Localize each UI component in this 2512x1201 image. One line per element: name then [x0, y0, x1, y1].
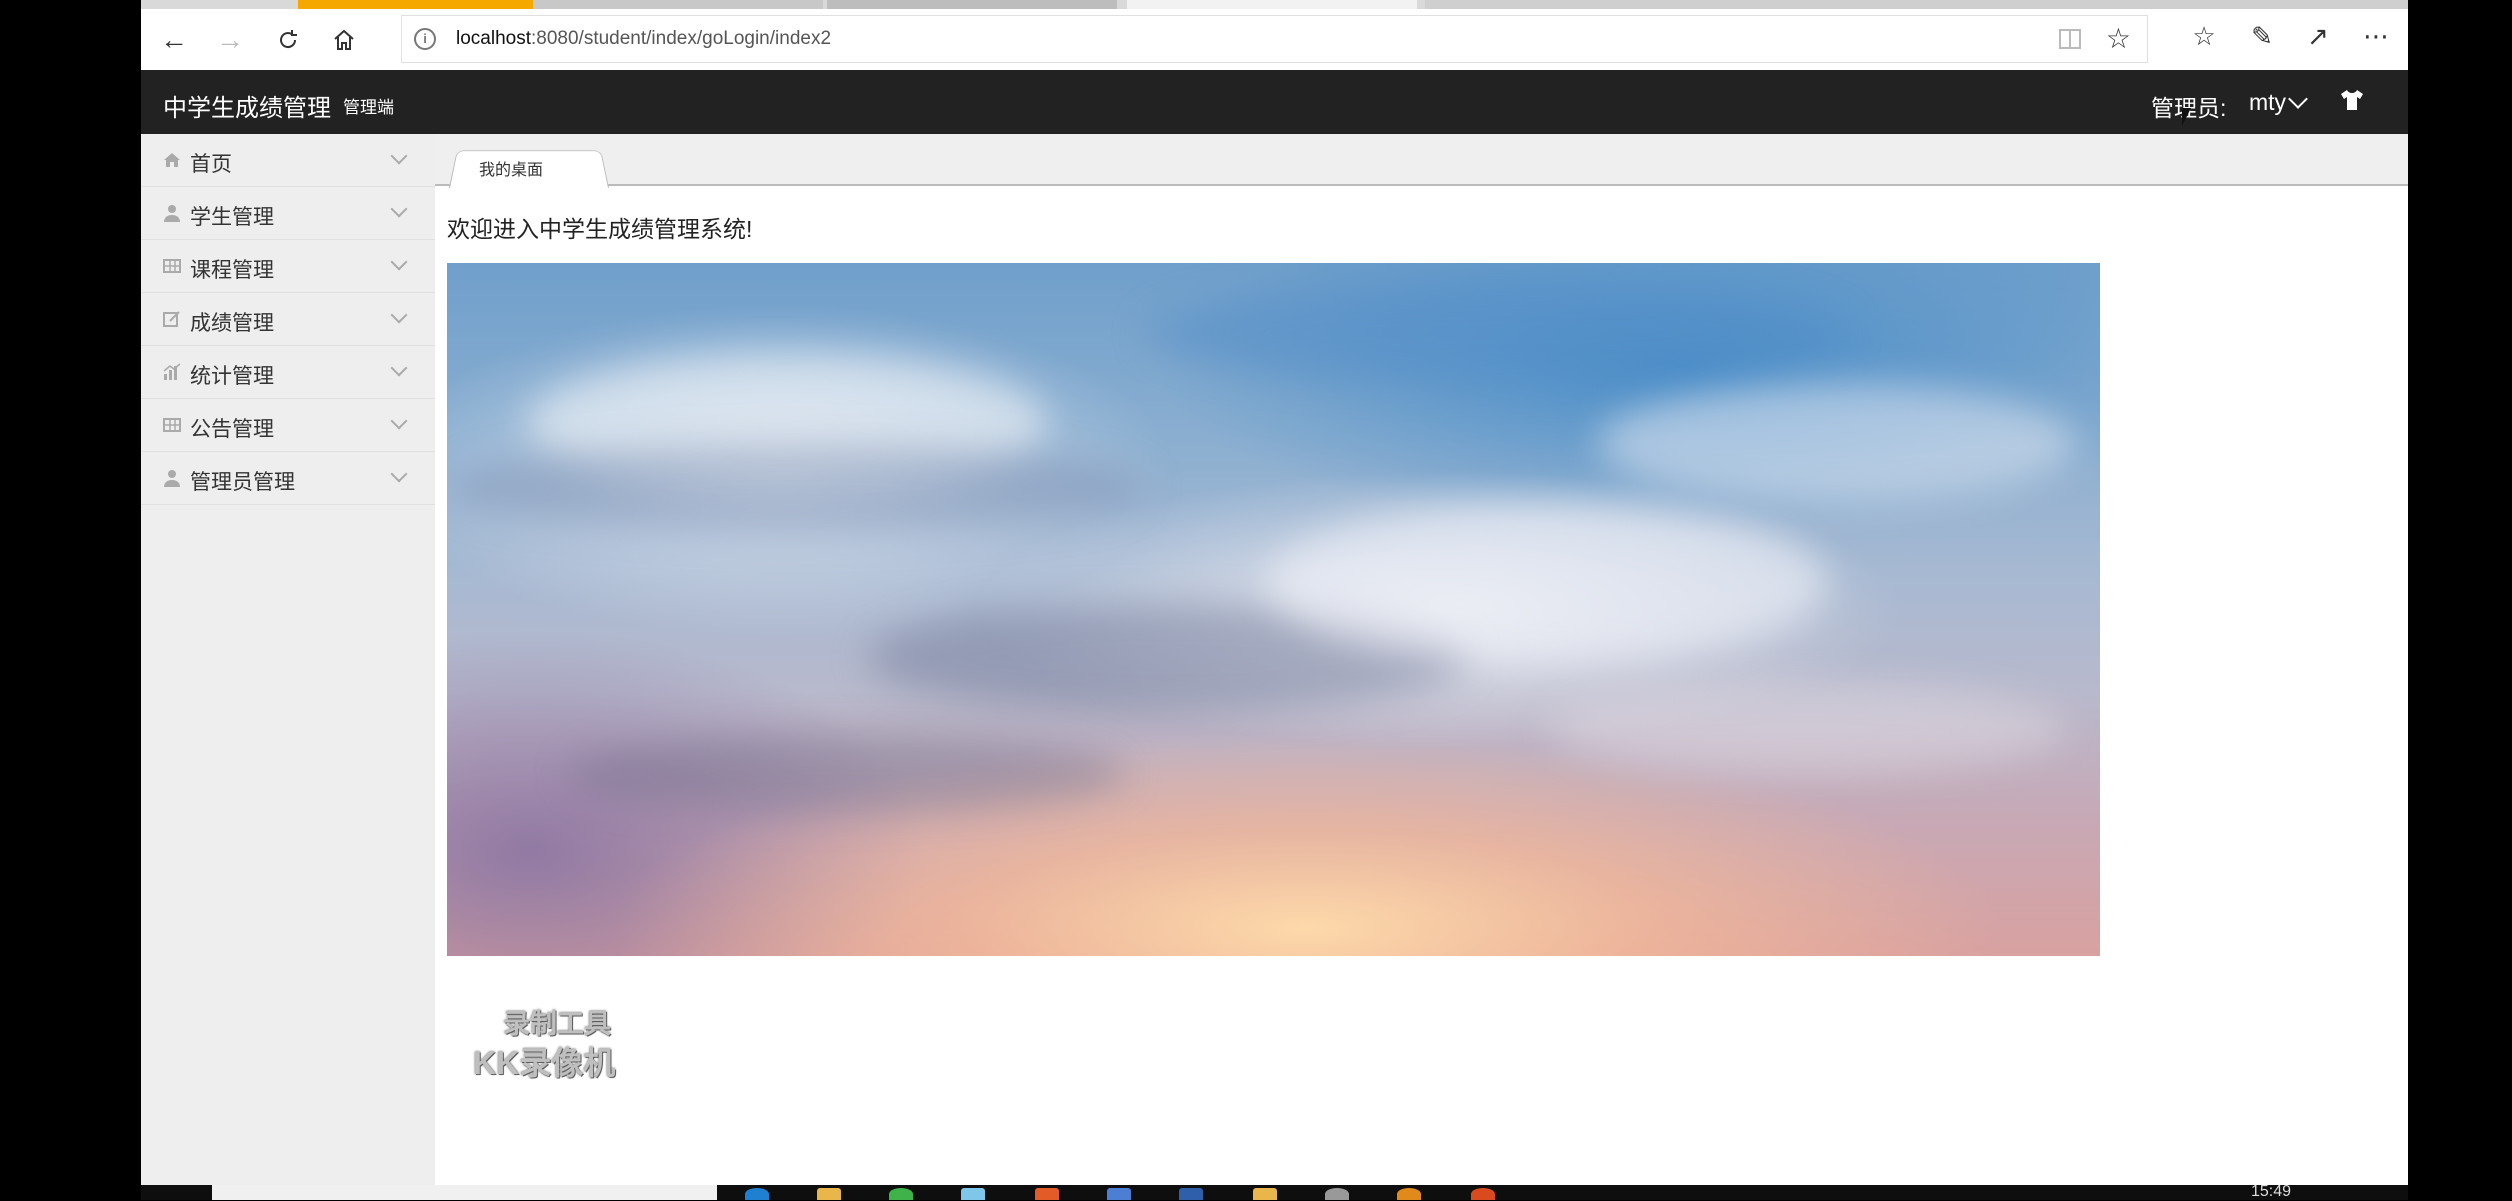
welcome-message: 欢迎进入中学生成绩管理系统! — [447, 216, 753, 242]
favorites-list-icon[interactable]: ☆ — [2185, 21, 2223, 59]
browser-tab[interactable] — [1127, 0, 1417, 9]
watermark-line2: KK录像机 — [473, 1045, 616, 1081]
sidebar-item-label: 首页 — [190, 153, 232, 176]
url-text[interactable]: localhost:8080/student/index/goLogin/ind… — [456, 28, 831, 50]
theme-shirt-icon[interactable] — [2340, 87, 2364, 118]
browser-toolbar: ← → i localhost:8080/student/index/goLog… — [141, 9, 2408, 70]
chart-icon — [163, 363, 181, 381]
sky-banner-image — [447, 263, 2100, 956]
user-menu[interactable]: mty — [2249, 89, 2286, 116]
share-icon[interactable]: ↗ — [2299, 21, 2337, 59]
taskbar-search[interactable] — [212, 1185, 717, 1200]
sidebar-item-grades[interactable]: 成绩管理 — [141, 293, 435, 346]
home-icon — [163, 151, 181, 169]
chevron-down-icon — [390, 200, 408, 218]
chevron-down-icon — [390, 147, 408, 165]
chevron-down-icon — [390, 465, 408, 483]
favorite-star-icon[interactable]: ☆ — [2106, 22, 2131, 55]
tab-label[interactable]: 我的桌面 — [479, 156, 543, 180]
app-icon[interactable] — [1107, 1188, 1131, 1200]
user-icon — [163, 204, 181, 222]
app-icon[interactable] — [1397, 1188, 1421, 1200]
app-icon[interactable] — [1471, 1188, 1495, 1200]
grid-icon — [163, 416, 181, 434]
chevron-down-icon — [390, 306, 408, 324]
sidebar-item-statistics[interactable]: 统计管理 — [141, 346, 435, 399]
sidebar-item-announcements[interactable]: 公告管理 — [141, 399, 435, 452]
url-host: localhost — [456, 28, 531, 49]
browser-tab[interactable] — [1425, 0, 2408, 9]
chevron-down-icon — [390, 412, 408, 430]
browser-tab[interactable] — [827, 0, 1117, 9]
app-icon[interactable] — [1179, 1188, 1203, 1200]
edit-icon — [163, 310, 181, 328]
sidebar-item-courses[interactable]: 课程管理 — [141, 240, 435, 293]
taskbar-clock[interactable]: 15:49 — [2251, 1183, 2291, 1201]
app-subtitle: 管理端 — [343, 98, 394, 117]
chevron-down-icon — [390, 359, 408, 377]
user-icon — [163, 469, 181, 487]
chevron-down-icon — [390, 253, 408, 271]
sidebar-item-admins[interactable]: 管理员管理 — [141, 452, 435, 505]
sidebar-item-label: 统计管理 — [190, 365, 274, 388]
forward-icon[interactable]: → — [211, 21, 249, 59]
sidebar-item-home[interactable]: 首页 — [141, 134, 435, 187]
browser-tab[interactable] — [533, 0, 823, 9]
screen: ← → i localhost:8080/student/index/goLog… — [0, 0, 2512, 1200]
browser-window: ← → i localhost:8080/student/index/goLog… — [141, 0, 2408, 1185]
app-header: 中学生成绩管理 管理端 管理员: mty — [141, 70, 2408, 134]
sidebar: 首页 学生管理 课程管理 成绩管理 统计管理 公告管理 管理员管理 — [141, 134, 435, 1185]
app-icon[interactable] — [1253, 1188, 1277, 1200]
app-icon[interactable] — [961, 1188, 985, 1200]
sidebar-item-label: 成绩管理 — [190, 312, 274, 335]
app-icon[interactable] — [1325, 1188, 1349, 1200]
app-title[interactable]: 中学生成绩管理 — [163, 88, 331, 123]
app-icon[interactable] — [1035, 1188, 1059, 1200]
taskbar: 15:49 — [141, 1183, 2408, 1201]
browser-tab-active[interactable] — [298, 0, 533, 9]
pen-icon[interactable]: ✎ — [2243, 21, 2281, 59]
sidebar-item-label: 课程管理 — [190, 259, 274, 282]
chevron-down-icon[interactable] — [2288, 89, 2308, 109]
mouse-cursor — [2182, 108, 2191, 126]
home-icon[interactable] — [325, 21, 363, 59]
watermark-line1: 录制工具 — [503, 1009, 611, 1039]
sidebar-item-label: 管理员管理 — [190, 471, 295, 494]
main-content: 我的桌面 欢迎进入中学生成绩管理系统! — [435, 134, 2408, 1185]
info-icon[interactable]: i — [414, 28, 436, 50]
folder-icon[interactable] — [817, 1188, 841, 1200]
back-icon[interactable]: ← — [155, 21, 193, 59]
sidebar-item-label: 公告管理 — [190, 418, 274, 441]
browser-tab-strip — [141, 0, 2408, 9]
edge-icon[interactable] — [745, 1188, 769, 1200]
sidebar-item-label: 学生管理 — [190, 206, 274, 229]
refresh-icon[interactable] — [269, 21, 307, 59]
reading-view-icon[interactable] — [2059, 29, 2081, 49]
more-icon[interactable]: ⋯ — [2357, 21, 2395, 59]
sidebar-item-students[interactable]: 学生管理 — [141, 187, 435, 240]
grid-icon — [163, 257, 181, 275]
page-tab-bar: 我的桌面 — [435, 134, 2408, 188]
app-icon[interactable] — [889, 1188, 913, 1200]
url-path: :8080/student/index/goLogin/index2 — [531, 28, 832, 49]
address-bar[interactable]: i localhost:8080/student/index/goLogin/i… — [401, 15, 2148, 63]
